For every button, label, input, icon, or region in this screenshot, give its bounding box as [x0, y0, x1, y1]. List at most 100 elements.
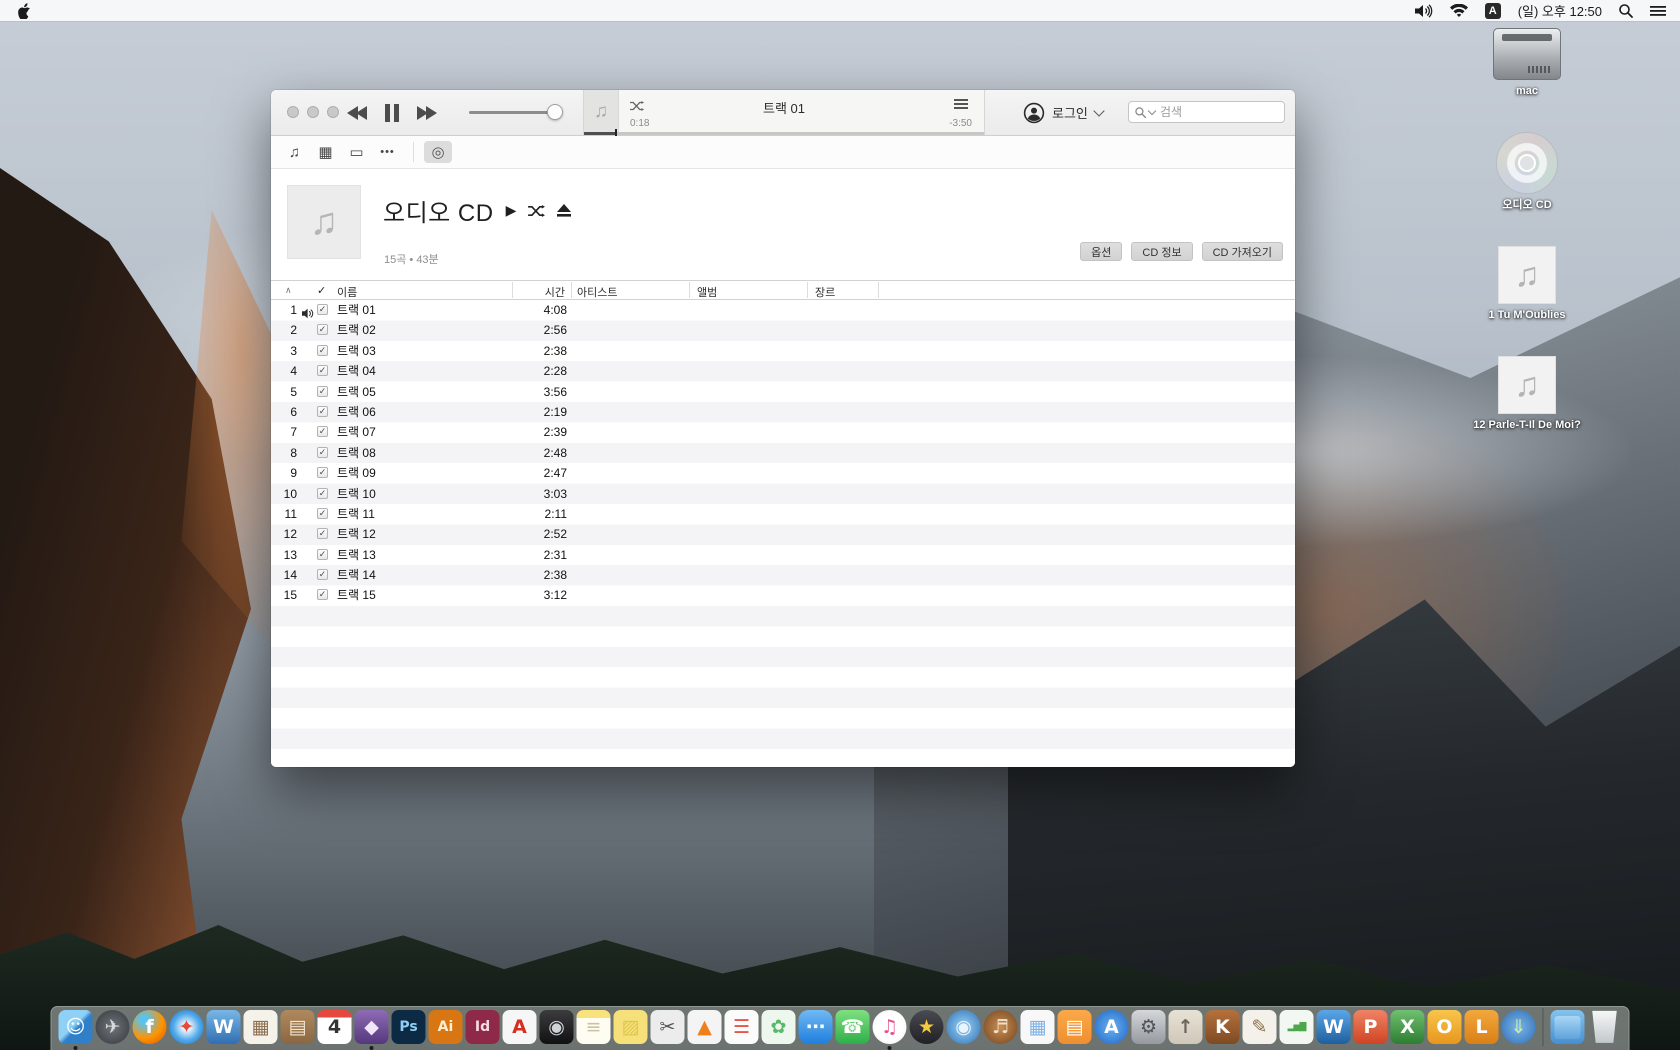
dock-icon[interactable]: W [1317, 1010, 1351, 1044]
dock-icon[interactable]: 4 [318, 1010, 352, 1044]
spotlight-icon[interactable] [1619, 4, 1633, 18]
cd-info-button[interactable]: CD 정보 [1131, 242, 1192, 261]
track-checkbox[interactable]: ✓ [317, 345, 328, 356]
pause-button[interactable] [385, 104, 399, 122]
dock-icon[interactable]: ▤ [281, 1010, 315, 1044]
login-button[interactable]: 로그인 [1023, 90, 1103, 135]
dock-icon[interactable]: ⇓ [1502, 1010, 1536, 1044]
table-row[interactable]: 14 ✓ 트랙 14 2:38 [271, 565, 1295, 585]
dock-icon[interactable]: ▲ [688, 1010, 722, 1044]
table-row[interactable]: 9 ✓ 트랙 09 2:47 [271, 463, 1295, 483]
dock-icon[interactable]: ✦ [170, 1010, 204, 1044]
dock-icon[interactable]: ✎ [1243, 1010, 1277, 1044]
dock-icon[interactable]: L [1465, 1010, 1499, 1044]
column-genre[interactable]: 장르 [815, 284, 835, 300]
dock-icon[interactable]: ≡ [577, 1010, 611, 1044]
column-name[interactable]: 이름 [337, 284, 357, 300]
dock-icon[interactable]: ★ [910, 1010, 944, 1044]
track-checkbox[interactable]: ✓ [317, 508, 328, 519]
apple-menu-icon[interactable] [18, 3, 31, 19]
dock-icon[interactable]: X [1391, 1010, 1425, 1044]
dock-icon[interactable]: ⋯ [799, 1010, 833, 1044]
dock-icon[interactable] [1588, 1010, 1622, 1044]
table-row[interactable]: 2 ✓ 트랙 02 2:56 [271, 320, 1295, 340]
header-checkmark[interactable]: ✓ [317, 284, 326, 297]
dock-icon[interactable]: ✿ [762, 1010, 796, 1044]
dock-icon[interactable]: A [1095, 1010, 1129, 1044]
input-source-icon[interactable]: A [1485, 3, 1501, 19]
notification-center-icon[interactable] [1650, 5, 1666, 17]
track-checkbox[interactable]: ✓ [317, 324, 328, 335]
track-checkbox[interactable]: ✓ [317, 304, 328, 315]
track-checkbox[interactable]: ✓ [317, 488, 328, 499]
minimize-button[interactable] [307, 106, 319, 118]
dock-icon[interactable]: ▨ [614, 1010, 648, 1044]
track-checkbox[interactable]: ✓ [317, 447, 328, 458]
table-row[interactable]: 10 ✓ 트랙 10 3:03 [271, 484, 1295, 504]
dock-icon[interactable]: Ps [392, 1010, 426, 1044]
column-album[interactable]: 앨범 [697, 284, 717, 300]
dock-icon[interactable]: ☰ [725, 1010, 759, 1044]
table-row[interactable]: 7 ✓ 트랙 07 2:39 [271, 422, 1295, 442]
desktop-icon[interactable]: ♫ 12 Parle-T-Il De Moi? [1472, 356, 1582, 432]
next-button[interactable] [417, 106, 437, 120]
track-checkbox[interactable]: ✓ [317, 528, 328, 539]
track-checkbox[interactable]: ✓ [317, 467, 328, 478]
zoom-button[interactable] [327, 106, 339, 118]
eject-icon[interactable] [557, 204, 571, 217]
volume-slider[interactable] [469, 111, 561, 114]
dock-icon[interactable]: ✈ [96, 1010, 130, 1044]
desktop-icon[interactable]: ♫ 1 Tu M'Oublies [1472, 246, 1582, 322]
dock-icon[interactable] [1543, 1008, 1544, 1046]
table-row[interactable]: 3 ✓ 트랙 03 2:38 [271, 341, 1295, 361]
dock-icon[interactable]: ◉ [947, 1010, 981, 1044]
dock-icon[interactable]: ⚙ [1132, 1010, 1166, 1044]
up-next-icon[interactable] [954, 99, 968, 109]
dock-icon[interactable]: K [1206, 1010, 1240, 1044]
dock-icon[interactable]: ♬ [984, 1010, 1018, 1044]
table-row[interactable]: 1 ✓ 트랙 01 4:08 [271, 300, 1295, 320]
dock-icon[interactable]: ◆ [355, 1010, 389, 1044]
search-input[interactable] [1158, 104, 1278, 120]
dock-icon[interactable]: Id [466, 1010, 500, 1044]
shuffle-album-icon[interactable] [528, 205, 545, 217]
dock-icon[interactable]: O [1428, 1010, 1462, 1044]
dock-icon[interactable]: W [207, 1010, 241, 1044]
table-row[interactable]: 12 ✓ 트랙 12 2:52 [271, 524, 1295, 544]
dock-icon[interactable]: A [503, 1010, 537, 1044]
wifi-icon[interactable] [1450, 4, 1468, 17]
sort-arrow-icon[interactable]: ∧ [285, 285, 292, 296]
table-row[interactable]: 5 ✓ 트랙 05 3:56 [271, 382, 1295, 402]
table-row[interactable]: 4 ✓ 트랙 04 2:28 [271, 361, 1295, 381]
dock-icon[interactable]: Ai [429, 1010, 463, 1044]
dock-icon[interactable]: ☺ [59, 1010, 93, 1044]
movies-tab-icon[interactable]: ▦ [310, 143, 341, 161]
dock-icon[interactable]: ▤ [1058, 1010, 1092, 1044]
dock-icon[interactable] [1551, 1010, 1585, 1044]
track-checkbox[interactable]: ✓ [317, 549, 328, 560]
volume-icon[interactable] [1415, 4, 1433, 18]
tv-tab-icon[interactable]: ▭ [341, 143, 372, 161]
dock-icon[interactable]: ☎ [836, 1010, 870, 1044]
progress-bar[interactable] [584, 132, 984, 135]
track-checkbox[interactable]: ✓ [317, 406, 328, 417]
dock-icon[interactable]: ▦ [1021, 1010, 1055, 1044]
column-artist[interactable]: 아티스트 [577, 284, 617, 300]
dock-icon[interactable]: ▦ [244, 1010, 278, 1044]
track-checkbox[interactable]: ✓ [317, 569, 328, 580]
dock-icon[interactable]: ◉ [540, 1010, 574, 1044]
table-row[interactable]: 13 ✓ 트랙 13 2:31 [271, 545, 1295, 565]
audio-cd-tab[interactable]: ◎ [424, 141, 452, 163]
dock-icon[interactable]: ▂▅▇ [1280, 1010, 1314, 1044]
cd-import-button[interactable]: CD 가져오기 [1202, 242, 1283, 261]
search-field[interactable] [1128, 101, 1285, 123]
previous-button[interactable] [347, 106, 367, 120]
track-checkbox[interactable]: ✓ [317, 426, 328, 437]
dock-icon[interactable]: ♫ [873, 1010, 907, 1044]
music-tab-icon[interactable]: ♫ [279, 144, 310, 161]
table-row[interactable]: 11 ✓ 트랙 11 2:11 [271, 504, 1295, 524]
dock-icon[interactable]: ↑ [1169, 1010, 1203, 1044]
column-time[interactable]: 시간 [501, 284, 565, 300]
table-row[interactable]: 8 ✓ 트랙 08 2:48 [271, 443, 1295, 463]
track-checkbox[interactable]: ✓ [317, 589, 328, 600]
